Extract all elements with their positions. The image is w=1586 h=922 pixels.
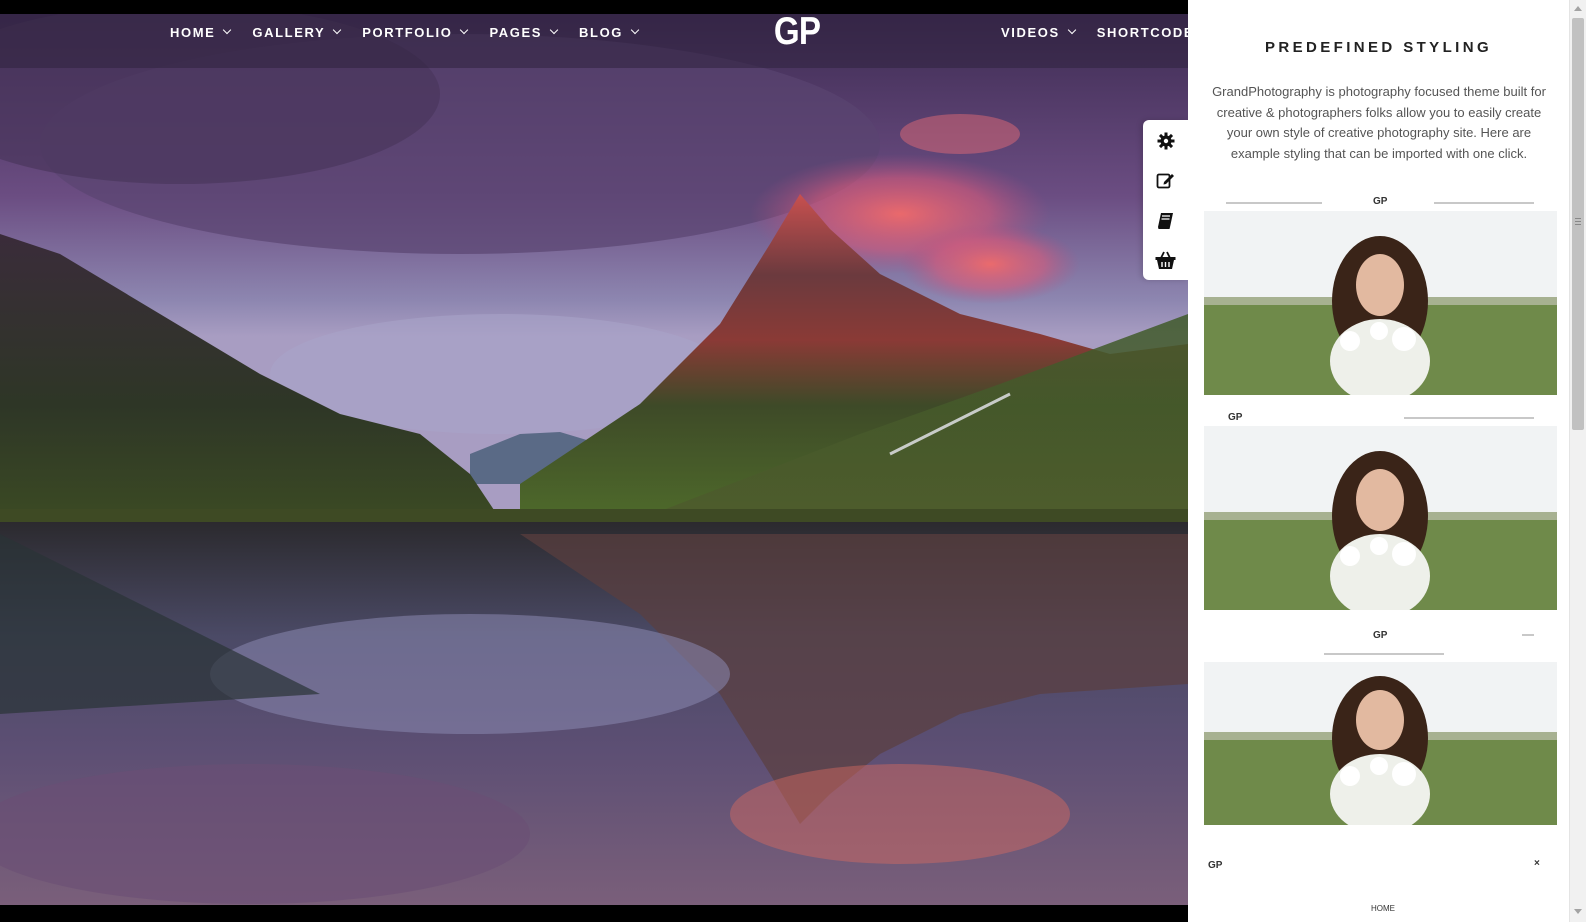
scroll-thumb[interactable] xyxy=(1572,18,1584,430)
chevron-down-icon xyxy=(549,25,559,35)
floating-toolbar xyxy=(1143,120,1188,280)
panel-title: PREDEFINED STYLING xyxy=(1264,39,1493,56)
bottom-strip xyxy=(0,905,1188,922)
main-nav: HOME GALLERY PORTFOLIO PAGES BLOG VIDEOS… xyxy=(0,14,1203,68)
predefined-styling-panel: PREDEFINED STYLING GrandPhotography is p… xyxy=(1188,0,1569,922)
site-logo[interactable]: GP xyxy=(774,12,821,51)
hero-image xyxy=(0,14,1188,905)
chevron-down-icon xyxy=(630,25,640,35)
thumb-logo: GP xyxy=(1373,630,1388,641)
nav-item-label: BLOG xyxy=(579,24,623,40)
scroll-up-arrow-icon[interactable] xyxy=(1574,6,1582,11)
basket-icon[interactable] xyxy=(1155,250,1176,271)
nav-item-blog[interactable]: BLOG xyxy=(579,24,640,40)
chevron-down-icon xyxy=(1067,25,1076,35)
thumb-photo xyxy=(1204,662,1557,825)
thumb-header: GP xyxy=(1204,408,1557,426)
thumb-logo: GP xyxy=(1373,196,1388,207)
nav-item-label: PORTFOLIO xyxy=(362,24,453,40)
thumb-menu xyxy=(1226,202,1322,204)
nav-item-gallery[interactable]: GALLERY xyxy=(252,24,342,40)
nav-item-label: VIDEOS xyxy=(1001,24,1060,40)
style-thumbnail-1[interactable]: GP xyxy=(1204,192,1557,395)
thumb-menu xyxy=(1404,417,1534,419)
panel-description: GrandPhotography is photography focused … xyxy=(1212,84,1546,161)
nav-left: HOME GALLERY PORTFOLIO PAGES BLOG xyxy=(170,14,660,50)
nav-item-portfolio[interactable]: PORTFOLIO xyxy=(362,24,469,40)
thumb-menu-label: HOME xyxy=(1371,904,1395,913)
nav-item-home[interactable]: HOME xyxy=(170,24,232,40)
scroll-grip xyxy=(1575,224,1581,225)
scroll-down-arrow-icon[interactable] xyxy=(1574,909,1582,914)
thumb-logo: GP xyxy=(1228,412,1243,423)
style-thumbnail-4[interactable]: GP × HOME xyxy=(1204,858,1557,922)
scroll-grip xyxy=(1575,218,1581,219)
nav-item-pages[interactable]: PAGES xyxy=(489,24,559,40)
thumb-photo xyxy=(1204,426,1557,610)
scrollbar[interactable] xyxy=(1569,0,1586,922)
thumb-logo: GP xyxy=(1208,860,1223,871)
thumb-photo xyxy=(1204,211,1557,395)
edit-icon[interactable] xyxy=(1155,170,1176,191)
nav-item-label: HOME xyxy=(170,24,216,40)
style-thumbnail-3[interactable]: GP xyxy=(1204,626,1557,825)
gear-icon[interactable] xyxy=(1155,130,1176,151)
style-thumbnail-2[interactable]: GP xyxy=(1204,408,1557,610)
mountain-lake-photo xyxy=(0,14,1188,905)
thumb-header: GP xyxy=(1204,192,1557,211)
thumb-header: GP xyxy=(1204,626,1557,662)
thumb-icons xyxy=(1522,634,1534,636)
chevron-down-icon xyxy=(333,25,342,35)
chevron-down-icon xyxy=(460,25,469,35)
scroll-grip xyxy=(1575,221,1581,222)
thumb-menu xyxy=(1324,653,1444,655)
chevron-down-icon xyxy=(223,25,232,35)
close-icon: × xyxy=(1534,858,1540,869)
nav-item-label: GALLERY xyxy=(252,24,326,40)
book-icon[interactable] xyxy=(1155,210,1176,231)
thumb-menu xyxy=(1434,202,1534,204)
nav-item-label: PAGES xyxy=(489,24,543,40)
nav-item-videos[interactable]: VIDEOS xyxy=(1001,24,1076,40)
